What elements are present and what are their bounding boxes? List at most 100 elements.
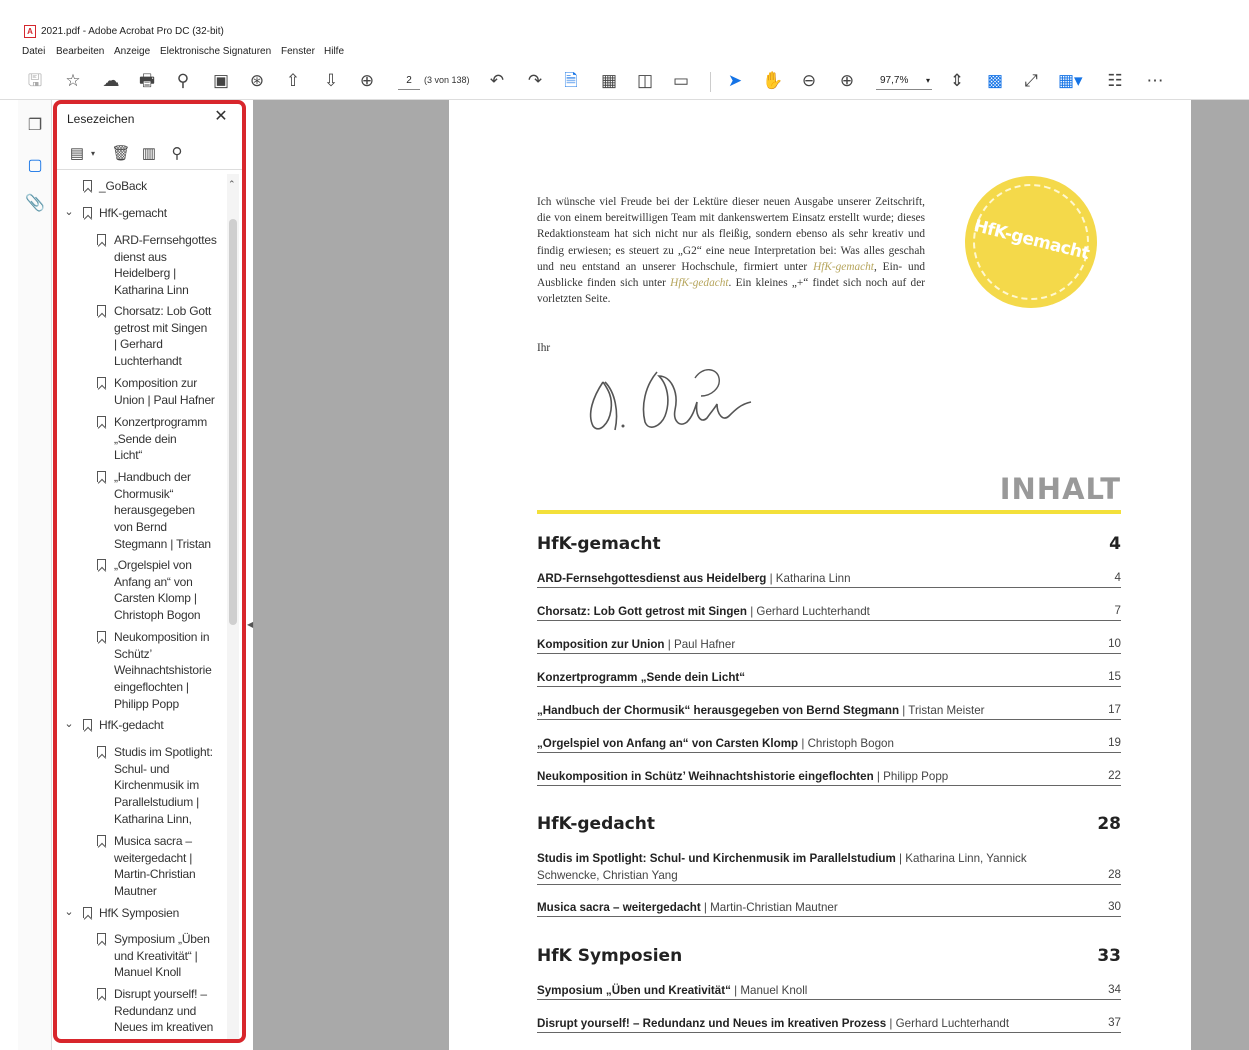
collapse-panel-icon[interactable]: ◀ xyxy=(247,620,253,629)
bookmark-icon xyxy=(97,933,106,944)
toc-entry[interactable]: Musica sacra – weitergedacht | Martin-Ch… xyxy=(537,899,1121,917)
close-icon[interactable]: ✕ xyxy=(212,108,230,126)
two-page-view-icon[interactable]: ◫ xyxy=(634,70,656,92)
toc-entry[interactable]: Symposium „Üben und Kreativität“ | Manue… xyxy=(537,982,1121,1000)
bookmark-icon xyxy=(83,180,92,191)
window-title: 2021.pdf - Adobe Acrobat Pro DC (32-bit) xyxy=(41,26,224,37)
toc-entry[interactable]: Neukomposition in Schütz’ Weihnachtshist… xyxy=(537,768,1121,786)
chevron-down-icon[interactable]: ⌄ xyxy=(63,905,75,918)
toc-entry[interactable]: Chorsatz: Lob Gott getrost mit Singen | … xyxy=(537,603,1121,621)
bookmark-icon xyxy=(97,305,106,316)
rotate-counterclockwise-icon[interactable]: ↶ xyxy=(486,70,508,92)
find-bookmark-icon[interactable]: ⚲ xyxy=(167,144,187,164)
navigation-rail: ❐ ▢ 📎 xyxy=(18,100,52,1050)
hfk-gemacht-stamp: HfK-gemacht xyxy=(950,161,1112,323)
toc-entry[interactable]: ARD-Fernsehgottesdienst aus Heidelberg |… xyxy=(537,570,1121,588)
handwritten-signature xyxy=(589,369,752,431)
menu-fenster[interactable]: Fenster xyxy=(281,46,315,57)
scrollbar-thumb[interactable] xyxy=(229,219,237,625)
page-count-label: (3 von 138) xyxy=(424,75,470,85)
pdf-page: Ich wünsche viel Freude bei der Lektüre … xyxy=(449,100,1191,1050)
chevron-down-icon[interactable]: ▾ xyxy=(83,144,103,164)
print-icon[interactable]: 🖶 xyxy=(136,70,158,92)
bookmark-icon xyxy=(97,988,106,999)
toc-entry[interactable]: „Handbuch der Chormusik“ herausgegeben v… xyxy=(537,702,1121,720)
pdf-file-icon: A xyxy=(24,25,36,38)
next-page-icon[interactable]: ⇩ xyxy=(320,70,342,92)
fit-page-icon[interactable]: ⇕ xyxy=(946,70,968,92)
zoom-level-value: 97,7% xyxy=(880,75,909,86)
select-cursor-icon[interactable]: ➤ xyxy=(724,70,746,92)
link-hfk-gemacht: HfK-gemacht xyxy=(813,260,874,273)
zoom-out-icon[interactable]: ⊖ xyxy=(798,70,820,92)
zoom-level-select[interactable]: 97,7% ▾ xyxy=(876,74,932,90)
attachments-icon[interactable]: 📎 xyxy=(25,194,45,214)
hand-tool-icon[interactable]: ✋ xyxy=(762,70,784,92)
title-bar: A 2021.pdf - Adobe Acrobat Pro DC (32-bi… xyxy=(0,0,1249,42)
fit-width-icon[interactable]: ▩ xyxy=(984,70,1006,92)
page-tools-icon[interactable]: ▦▾ xyxy=(1058,70,1083,92)
menu-anzeige[interactable]: Anzeige xyxy=(114,46,150,57)
toc-entry[interactable]: „Orgelspiel von Anfang an“ von Carsten K… xyxy=(537,735,1121,753)
bookmark-icon xyxy=(97,746,106,757)
bookmark-icon xyxy=(97,377,106,388)
toc-entry[interactable]: Komposition zur Union | Paul Hafner 10 xyxy=(537,636,1121,654)
bookmark-icon xyxy=(97,416,106,427)
chevron-down-icon[interactable]: ⌄ xyxy=(63,717,75,730)
bookmarks-toolbar: ▤ ▾ 🗑 ▥ ⚲ xyxy=(57,140,242,170)
scrolling-view-icon[interactable]: ▦ xyxy=(598,70,620,92)
toc-heading: INHALT xyxy=(999,472,1121,506)
comment-tool-icon[interactable]: ☷ xyxy=(1104,70,1126,92)
single-page-view-icon[interactable]: 🗎 xyxy=(560,70,582,92)
search-icon[interactable]: ⚲ xyxy=(172,70,194,92)
chevron-down-icon[interactable]: ⌄ xyxy=(63,205,75,218)
closing-word: Ihr xyxy=(537,342,551,354)
bookmark-icon xyxy=(97,835,106,846)
snapshot-icon[interactable]: ▣ xyxy=(210,70,232,92)
delete-bookmark-icon[interactable]: 🗑 xyxy=(111,144,131,164)
bookmark-icon xyxy=(83,907,92,918)
bookmarks-panel-title: Lesezeichen xyxy=(67,112,135,126)
bookmarks-panel-icon[interactable]: ▢ xyxy=(25,156,45,176)
menu-hilfe[interactable]: Hilfe xyxy=(324,46,344,57)
bookmark-icon xyxy=(97,559,106,570)
scroll-up-icon[interactable]: ⌃ xyxy=(228,179,236,190)
save-icon[interactable]: 🖫 xyxy=(24,70,46,92)
link-hfk-gedacht: HfK-gedacht xyxy=(670,277,729,290)
menu-elektronische-signaturen[interactable]: Elektronische Signaturen xyxy=(160,46,271,57)
page-number-input[interactable]: 2 xyxy=(398,74,420,90)
bookmark-star-icon[interactable]: ☆ xyxy=(62,70,84,92)
presentation-view-icon[interactable]: ▭ xyxy=(670,70,692,92)
toc-entry[interactable]: Studis im Spotlight: Schul- und Kirchenm… xyxy=(537,850,1121,885)
menu-bar: Datei Bearbeiten Anzeige Elektronische S… xyxy=(0,42,1249,62)
bookmarks-tree: _GoBack ⌄ HfK-gemacht ARD-Fernsehgottes … xyxy=(63,179,217,1035)
toc-entry[interactable]: Disrupt yourself! – Redundanz und Neues … xyxy=(537,1015,1121,1033)
toc-entry[interactable]: Konzertprogramm „Sende dein Licht“ 15 xyxy=(537,669,1121,687)
menu-datei[interactable]: Datei xyxy=(22,46,45,57)
bookmark-icon xyxy=(97,471,106,482)
page-thumbnails-icon[interactable]: ❐ xyxy=(25,116,45,136)
toc-section: HfK Symposien 33 xyxy=(537,946,1121,966)
main-toolbar: 🖫 ☆ ☁ 🖶 ⚲ ▣ ⊛ ⇧ ⇩ ⊕ 2 (3 von 138) ↶ ↷ 🗎 … xyxy=(0,62,1249,100)
toolbar-separator xyxy=(710,72,711,92)
toc-section: HfK-gemacht 4 xyxy=(537,534,1121,554)
zoom-in-icon[interactable]: ⊕ xyxy=(836,70,858,92)
upload-cloud-icon[interactable]: ☁ xyxy=(100,70,122,92)
last-page-icon[interactable]: ⊕ xyxy=(356,70,378,92)
chevron-down-icon: ▾ xyxy=(925,76,930,85)
previous-page-icon[interactable]: ⇧ xyxy=(282,70,304,92)
bookmark-icon xyxy=(97,631,106,642)
toc-heading-rule xyxy=(537,510,1121,514)
bookmark-icon xyxy=(97,234,106,245)
first-page-icon[interactable]: ⊛ xyxy=(246,70,268,92)
menu-bearbeiten[interactable]: Bearbeiten xyxy=(56,46,104,57)
more-options-icon[interactable]: ⋯ xyxy=(1144,70,1166,92)
rotate-clockwise-icon[interactable]: ↷ xyxy=(524,70,546,92)
bookmark-icon xyxy=(83,207,92,218)
intro-paragraph: Ich wünsche viel Freude bei der Lektüre … xyxy=(537,196,925,306)
new-bookmark-icon[interactable]: ▥ xyxy=(139,144,159,164)
full-screen-icon[interactable]: ⤢ xyxy=(1020,70,1042,92)
bookmarks-panel: Lesezeichen ✕ ▤ ▾ 🗑 ▥ ⚲ _GoBack ⌄ HfK-ge… xyxy=(53,100,246,1043)
toc-section: HfK-gedacht 28 xyxy=(537,814,1121,834)
bookmark-icon xyxy=(83,719,92,730)
